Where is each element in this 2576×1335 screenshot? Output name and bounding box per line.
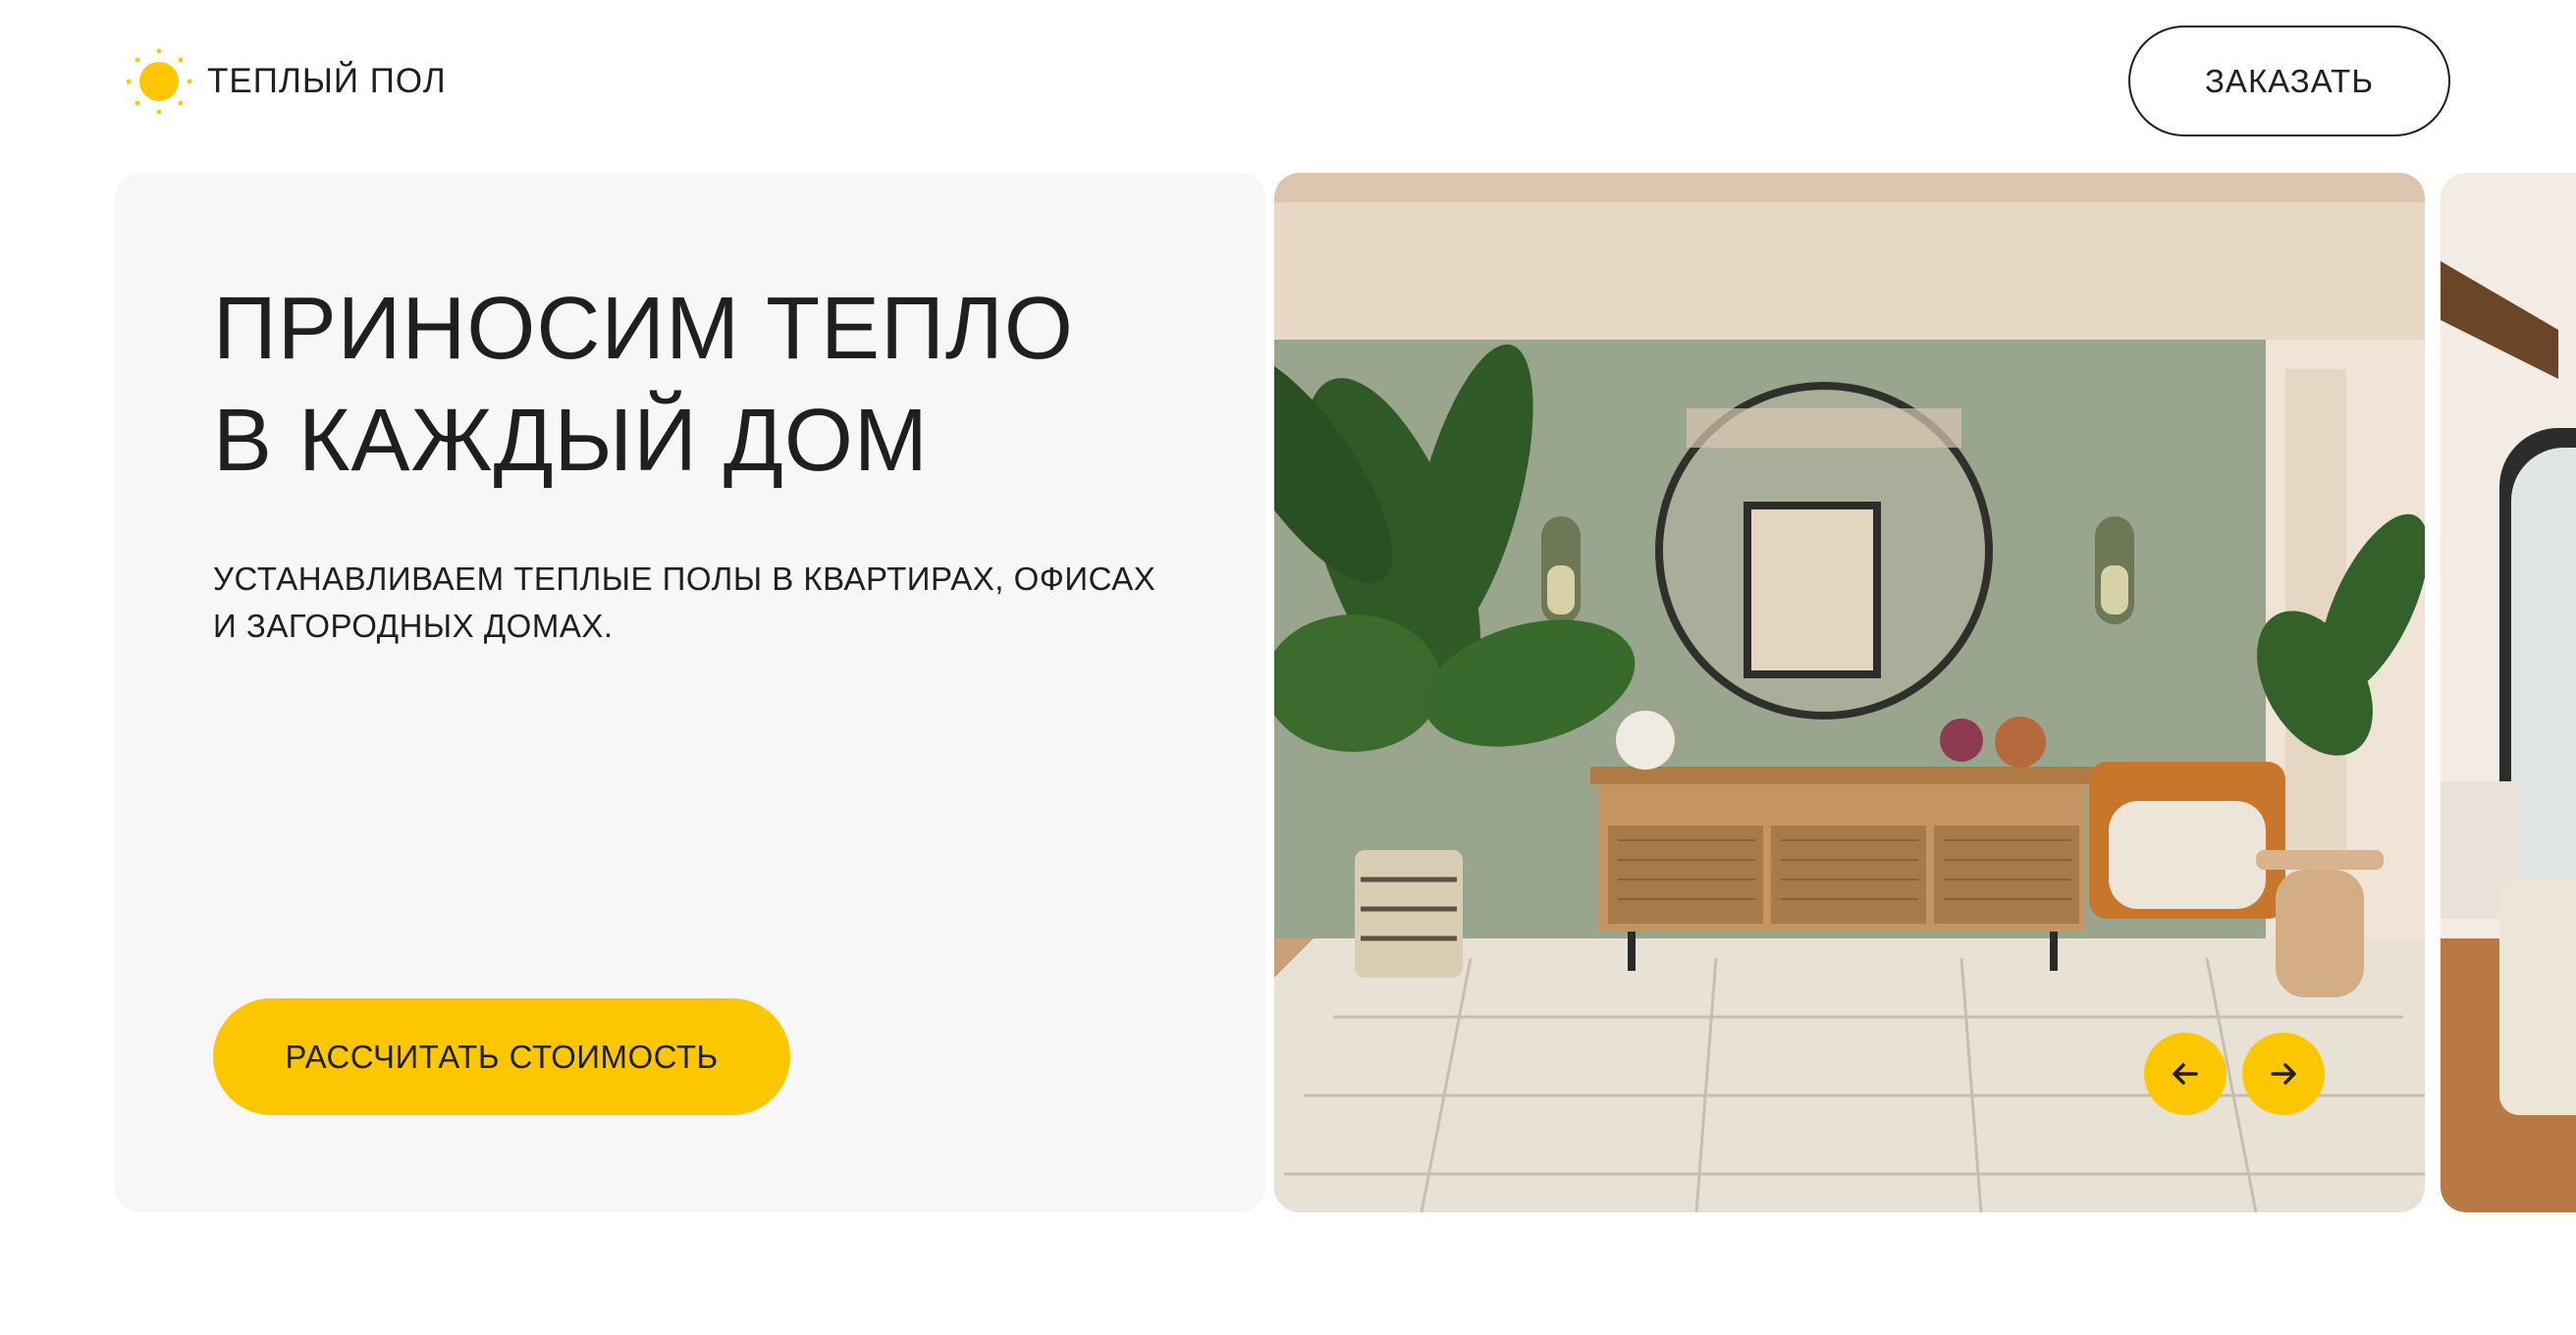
- logo-text: ТЕПЛЫЙ ПОЛ: [207, 62, 447, 100]
- hero-card: ПРИНОСИМ ТЕПЛО В КАЖДЫЙ ДОМ УСТАНАВЛИВАЕ…: [115, 173, 1265, 1212]
- hero-subtitle-line-2: И ЗАГОРОДНЫХ ДОМАХ.: [213, 608, 614, 644]
- hero-title-line-2: В КАЖДЫЙ ДОМ: [213, 392, 929, 490]
- landing-page: ТЕПЛЫЙ ПОЛ ЗАКАЗАТЬ ПРИНОСИМ ТЕПЛО В КАЖ…: [0, 0, 2576, 1335]
- hero-subtitle: УСТАНАВЛИВАЕМ ТЕПЛЫЕ ПОЛЫ В КВАРТИРАХ, О…: [213, 556, 1195, 650]
- arrow-right-icon: [2267, 1057, 2300, 1091]
- slider-prev-button[interactable]: [2144, 1033, 2227, 1115]
- arrow-left-icon: [2169, 1057, 2202, 1091]
- calculate-cost-button[interactable]: РАССЧИТАТЬ СТОИМОСТЬ: [213, 998, 790, 1115]
- sun-icon: [125, 47, 193, 116]
- hero-title: ПРИНОСИМ ТЕПЛО В КАЖДЫЙ ДОМ: [213, 273, 1195, 497]
- hero-subtitle-line-1: УСТАНАВЛИВАЕМ ТЕПЛЫЕ ПОЛЫ В КВАРТИРАХ, О…: [213, 561, 1156, 597]
- order-button[interactable]: ЗАКАЗАТЬ: [2128, 26, 2450, 136]
- logo[interactable]: ТЕПЛЫЙ ПОЛ: [125, 47, 447, 116]
- slider-image-next: [2441, 173, 2576, 1212]
- hero-title-line-1: ПРИНОСИМ ТЕПЛО: [213, 280, 1074, 378]
- slider-next-button[interactable]: [2242, 1033, 2325, 1115]
